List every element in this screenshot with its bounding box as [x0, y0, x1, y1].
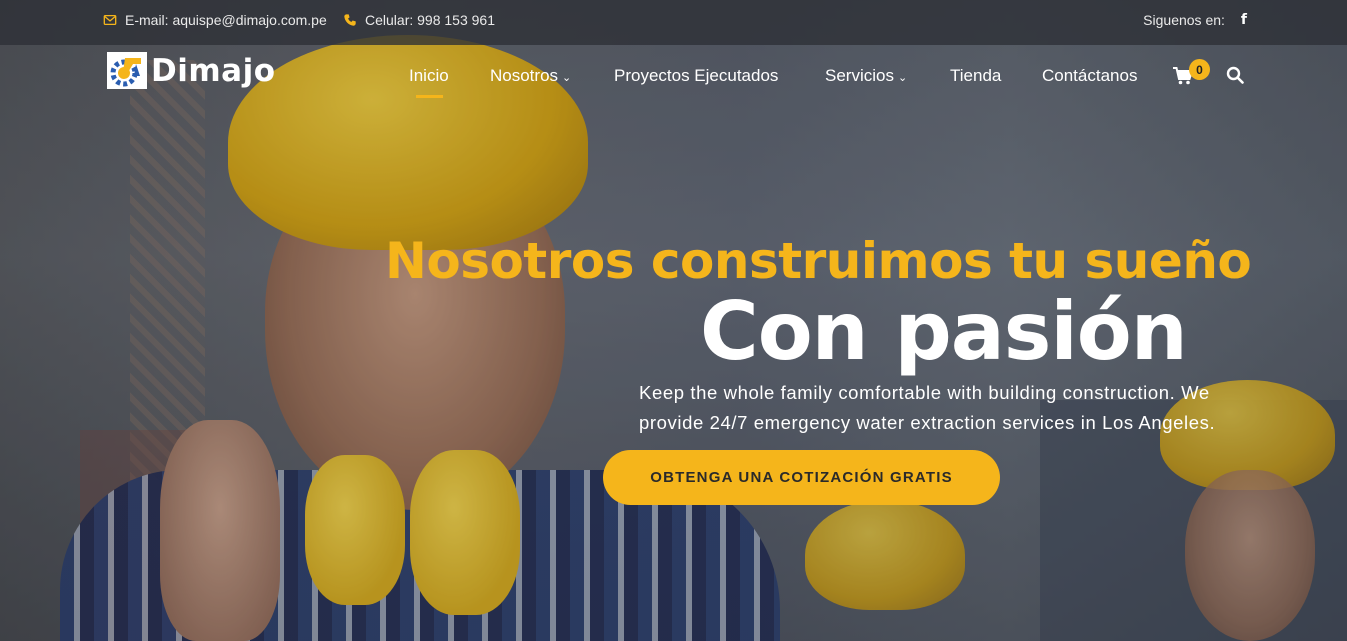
facebook-icon[interactable]: f [1241, 12, 1247, 28]
nav-item-proyectos[interactable]: Proyectos Ejecutados [614, 66, 778, 86]
hero-headline: Nosotros construimos tu sueño [385, 232, 1252, 290]
nav-item-nosotros[interactable]: Nosotros ⌄ [490, 66, 571, 86]
phone-contact[interactable]: Celular: 998 153 961 [343, 12, 495, 28]
nav-item-inicio[interactable]: Inicio [409, 66, 449, 86]
chevron-down-icon: ⌄ [562, 72, 572, 84]
email-text: E-mail: aquispe@dimajo.com.pe [125, 12, 327, 28]
nav-item-nosotros-label: Nosotros [490, 66, 559, 85]
hero-description: Keep the whole family comfortable with b… [639, 382, 1216, 433]
envelope-icon [103, 14, 117, 26]
chevron-down-icon: ⌄ [897, 72, 908, 84]
nav-active-indicator [416, 95, 443, 98]
nav-item-tienda[interactable]: Tienda [950, 66, 1001, 86]
nav-item-contactanos[interactable]: Contáctanos [1042, 66, 1137, 86]
get-quote-button[interactable]: OBTENGA UNA COTIZACIÓN GRATIS [603, 450, 1000, 505]
social-label: Siguenos en: [1143, 12, 1225, 28]
phone-icon [344, 14, 356, 26]
cart-count-badge: 0 [1189, 59, 1210, 80]
nav-item-servicios-label: Servicios [825, 66, 894, 85]
email-contact[interactable]: E-mail: aquispe@dimajo.com.pe [103, 12, 327, 28]
top-bar: E-mail: aquispe@dimajo.com.pe Celular: 9… [0, 0, 1347, 45]
nav-item-servicios[interactable]: Servicios ⌄ [825, 66, 907, 86]
main-nav: Inicio Nosotros ⌄ Proyectos Ejecutados Se… [0, 66, 1347, 90]
search-icon[interactable] [1226, 66, 1244, 84]
hero-subheadline: Con pasión [700, 285, 1188, 378]
phone-text: Celular: 998 153 961 [365, 12, 495, 28]
social-links: Siguenos en: f [1143, 12, 1247, 28]
